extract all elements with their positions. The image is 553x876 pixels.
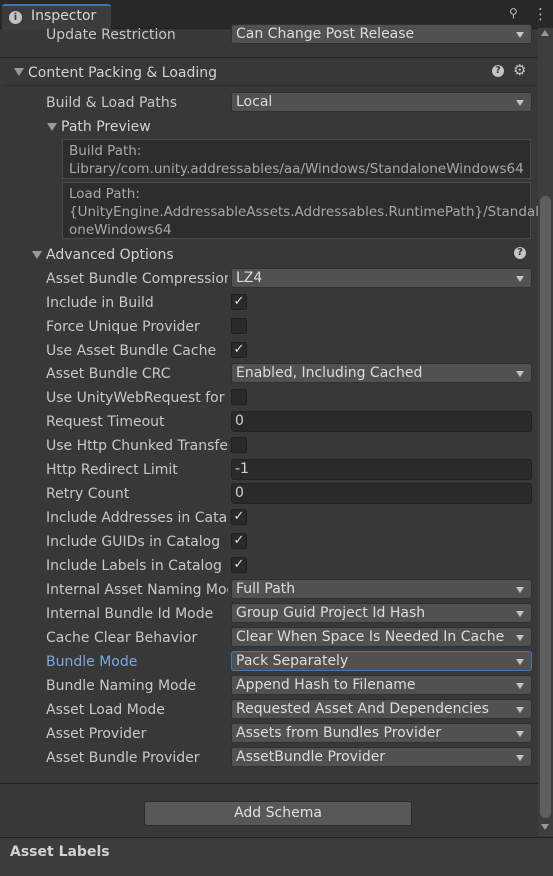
scroll-up-icon[interactable]: [541, 30, 549, 36]
chevron-down-icon: [516, 659, 524, 665]
foldout-arrow-icon[interactable]: [14, 68, 24, 76]
build-load-paths-value: Local: [236, 94, 273, 110]
internal-bundle-id-value: Group Guid Project Id Hash: [236, 605, 426, 621]
chevron-down-icon: [516, 276, 524, 282]
internal-asset-naming-value: Full Path: [236, 581, 296, 597]
content-packing-header[interactable]: Content Packing & Loading: [28, 62, 217, 84]
bundle-provider-dropdown[interactable]: AssetBundle Provider: [231, 747, 532, 767]
http-redirect-label: Http Redirect Limit: [46, 462, 178, 478]
use-uwr-label: Use UnityWebRequest for L: [46, 390, 228, 406]
scrollbar-thumb[interactable]: [540, 196, 551, 818]
build-path-value: Library/com.unity.addressables/aa/Window…: [69, 161, 524, 177]
update-restriction-label: Update Restriction: [46, 27, 176, 43]
bundle-provider-label: Asset Bundle Provider: [46, 750, 200, 766]
scroll-down-icon[interactable]: [541, 824, 549, 830]
force-unique-provider-label: Force Unique Provider: [46, 319, 200, 335]
foldout-arrow-icon[interactable]: [32, 251, 42, 259]
cache-clear-dropdown[interactable]: Clear When Space Is Needed In Cache: [231, 627, 532, 647]
help-icon[interactable]: ?: [514, 247, 526, 259]
chevron-down-icon: [516, 371, 524, 377]
update-restriction-dropdown[interactable]: Can Change Post Release: [231, 24, 532, 44]
asset-labels-title: Asset Labels: [10, 844, 110, 860]
internal-asset-naming-dropdown[interactable]: Full Path: [231, 579, 532, 599]
asset-labels-panel: Asset Labels: [0, 837, 553, 876]
build-path-label: Build Path:: [69, 143, 142, 159]
compression-label: Asset Bundle Compression: [46, 271, 228, 287]
info-icon: i: [9, 11, 22, 24]
advanced-options-header[interactable]: Advanced Options: [46, 244, 174, 266]
bundle-provider-value: AssetBundle Provider: [236, 749, 386, 765]
section-divider: [0, 783, 540, 784]
build-path-box: Build Path: Library/com.unity.addressabl…: [62, 139, 531, 179]
load-path-label: Load Path:: [69, 186, 140, 202]
chevron-down-icon: [516, 100, 524, 106]
http-redirect-field[interactable]: -1: [231, 459, 532, 480]
add-schema-button[interactable]: Add Schema: [144, 801, 412, 826]
include-in-build-label: Include in Build: [46, 295, 154, 311]
retry-count-field[interactable]: 0: [231, 483, 532, 504]
asset-load-mode-value: Requested Asset And Dependencies: [236, 701, 489, 717]
asset-provider-dropdown[interactable]: Assets from Bundles Provider: [231, 723, 532, 743]
chevron-down-icon: [516, 707, 524, 713]
update-restriction-value: Can Change Post Release: [236, 26, 415, 42]
force-unique-provider-checkbox[interactable]: [231, 318, 247, 334]
build-load-paths-label: Build & Load Paths: [46, 95, 178, 111]
include-labels-checkbox[interactable]: ✓: [231, 557, 247, 573]
chevron-down-icon: [516, 635, 524, 641]
help-icon[interactable]: ?: [492, 65, 504, 77]
bundle-crc-dropdown[interactable]: Enabled, Including Cached: [231, 363, 532, 383]
include-guids-checkbox[interactable]: ✓: [231, 533, 247, 549]
include-addresses-label: Include Addresses in Catalo: [46, 510, 228, 526]
menu-icon[interactable]: ⋮: [533, 5, 548, 23]
bundle-mode-label: Bundle Mode: [46, 654, 138, 670]
section-divider: [0, 57, 540, 58]
header-divider: [3, 85, 538, 86]
load-path-value-line2: oneWindows64: [69, 222, 172, 238]
internal-bundle-id-label: Internal Bundle Id Mode: [46, 606, 214, 622]
http-chunked-label: Use Http Chunked Transfer: [46, 438, 228, 454]
internal-asset-naming-label: Internal Asset Naming Mode: [46, 582, 228, 598]
asset-load-mode-dropdown[interactable]: Requested Asset And Dependencies: [231, 699, 532, 719]
load-path-value-line1: {UnityEngine.AddressableAssets.Addressab…: [69, 204, 539, 220]
bundle-mode-dropdown[interactable]: Pack Separately: [231, 651, 532, 671]
bundle-mode-value: Pack Separately: [236, 653, 349, 669]
asset-provider-label: Asset Provider: [46, 726, 147, 742]
include-addresses-checkbox[interactable]: ✓: [231, 509, 247, 525]
compression-dropdown[interactable]: LZ4: [231, 268, 532, 288]
use-bundle-cache-label: Use Asset Bundle Cache: [46, 343, 217, 359]
cache-clear-label: Cache Clear Behavior: [46, 630, 198, 646]
use-bundle-cache-checkbox[interactable]: ✓: [231, 342, 247, 358]
use-uwr-checkbox[interactable]: [231, 389, 247, 405]
load-path-box: Load Path: {UnityEngine.AddressableAsset…: [62, 182, 539, 239]
bundle-crc-label: Asset Bundle CRC: [46, 366, 171, 382]
compression-value: LZ4: [236, 270, 263, 286]
path-preview-header[interactable]: Path Preview: [61, 116, 151, 138]
lock-icon[interactable]: ⚲: [509, 6, 518, 20]
asset-provider-value: Assets from Bundles Provider: [236, 725, 442, 741]
chevron-down-icon: [516, 731, 524, 737]
request-timeout-label: Request Timeout: [46, 414, 165, 430]
include-guids-label: Include GUIDs in Catalog: [46, 534, 221, 550]
chevron-down-icon: [516, 32, 524, 38]
build-load-paths-dropdown[interactable]: Local: [231, 92, 532, 112]
include-in-build-checkbox[interactable]: ✓: [231, 294, 247, 310]
asset-load-mode-label: Asset Load Mode: [46, 702, 165, 718]
chevron-down-icon: [516, 611, 524, 617]
bundle-naming-value: Append Hash to Filename: [236, 677, 416, 693]
bundle-naming-label: Bundle Naming Mode: [46, 678, 197, 694]
include-labels-label: Include Labels in Catalog: [46, 558, 222, 574]
gear-icon[interactable]: ⚙: [513, 61, 526, 79]
chevron-down-icon: [516, 683, 524, 689]
http-chunked-checkbox[interactable]: [231, 437, 247, 453]
foldout-arrow-icon[interactable]: [47, 123, 57, 131]
request-timeout-field[interactable]: 0: [231, 411, 532, 432]
internal-bundle-id-dropdown[interactable]: Group Guid Project Id Hash: [231, 603, 532, 623]
cache-clear-value: Clear When Space Is Needed In Cache: [236, 629, 505, 645]
chevron-down-icon: [516, 755, 524, 761]
chevron-down-icon: [516, 587, 524, 593]
bundle-crc-value: Enabled, Including Cached: [236, 365, 423, 381]
tab-title: Inspector: [31, 8, 97, 24]
bundle-naming-dropdown[interactable]: Append Hash to Filename: [231, 675, 532, 695]
retry-count-label: Retry Count: [46, 486, 130, 502]
